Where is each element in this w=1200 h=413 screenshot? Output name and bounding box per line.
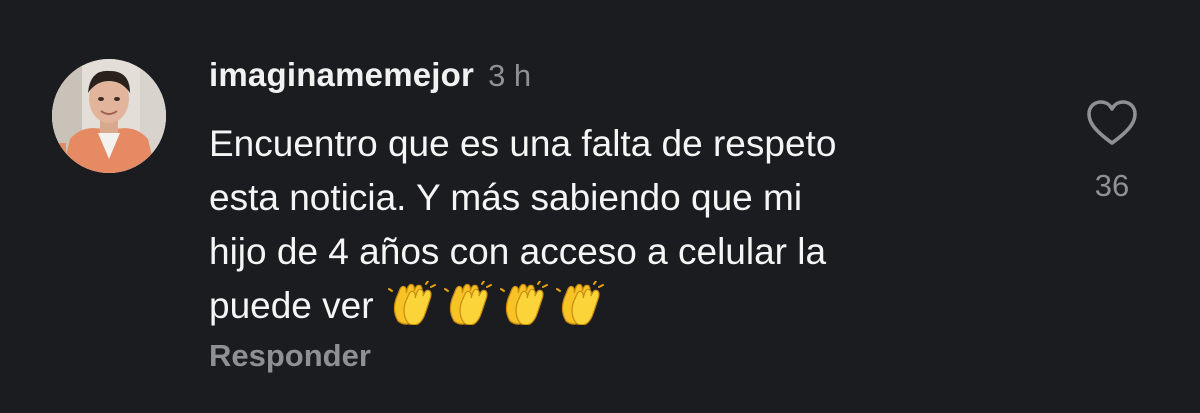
clapping-hands-emoji	[555, 281, 606, 325]
avatar[interactable]	[52, 59, 166, 173]
username-link[interactable]: imaginamemejor	[209, 56, 474, 94]
comment-header: imaginamemejor 3 h	[209, 56, 531, 96]
comment-text: Encuentro que es una falta de respeto es…	[209, 117, 1029, 333]
like-count: 36	[1094, 168, 1130, 203]
comment-text-last-line: puede ver	[209, 279, 1029, 333]
emoji-group	[387, 281, 606, 325]
comment-text-line: puede ver	[209, 285, 374, 326]
comment-item: imaginamemejor 3 h Encuentro que es una …	[0, 0, 1200, 413]
avatar-image	[52, 59, 166, 173]
comment-text-line: hijo de 4 años con acceso a celular la	[209, 231, 827, 272]
timestamp: 3 h	[488, 58, 532, 93]
heart-outline-icon	[1087, 100, 1137, 145]
comment-text-line: esta noticia. Y más sabiendo que mi	[209, 177, 803, 218]
reply-button[interactable]: Responder	[209, 338, 371, 374]
comment-text-line: Encuentro que es una falta de respeto	[209, 123, 837, 164]
clapping-hands-emoji	[387, 281, 438, 325]
like-button[interactable]	[1084, 96, 1140, 152]
clapping-hands-emoji	[499, 281, 550, 325]
clapping-hands-emoji	[443, 281, 494, 325]
